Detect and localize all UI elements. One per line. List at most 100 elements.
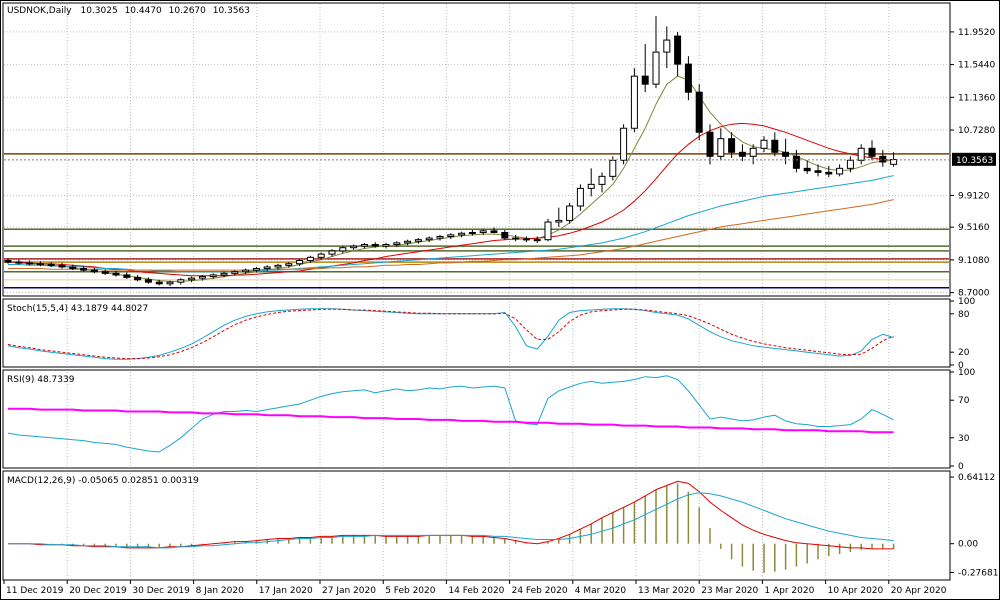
current-price-label: 10.3563 bbox=[956, 156, 993, 166]
candle-bullish bbox=[360, 243, 368, 247]
rsi-header: RSI(9) 48.7339 bbox=[7, 375, 75, 385]
candle-bearish bbox=[101, 271, 109, 274]
candle-bullish bbox=[285, 263, 293, 266]
candle-bearish bbox=[58, 264, 66, 268]
candle-bullish bbox=[317, 253, 325, 258]
candle-bearish bbox=[814, 170, 822, 173]
candle-bullish bbox=[306, 256, 314, 262]
rsi-axis-label: 100 bbox=[958, 368, 975, 378]
price-axis-label: 9.1080 bbox=[958, 256, 990, 266]
stochastic-axis-label: 100 bbox=[958, 297, 975, 307]
candle-bullish bbox=[609, 159, 617, 177]
candle-bullish bbox=[544, 221, 552, 241]
rsi-axis-label: 0 bbox=[958, 462, 964, 472]
candle-bearish bbox=[695, 91, 703, 133]
candle-bullish bbox=[209, 274, 217, 278]
candle-bullish bbox=[263, 266, 271, 270]
candle-bearish bbox=[371, 243, 379, 247]
candle-bearish bbox=[522, 238, 530, 241]
x-axis-date-label: 4 Mar 2020 bbox=[575, 586, 627, 596]
candle-bearish bbox=[825, 171, 833, 175]
candle-bearish bbox=[728, 138, 736, 153]
candle-bullish bbox=[382, 243, 390, 247]
candle-bearish bbox=[155, 281, 163, 285]
candle-bullish bbox=[846, 159, 854, 169]
candle-bearish bbox=[674, 35, 682, 65]
candle-bullish bbox=[479, 230, 487, 233]
candle-bullish bbox=[425, 237, 433, 241]
price-axis-label: 11.9520 bbox=[958, 28, 995, 38]
candle-bearish bbox=[134, 276, 142, 281]
candle-bearish bbox=[868, 147, 876, 157]
candle-bullish bbox=[663, 39, 671, 53]
candle-bearish bbox=[879, 155, 887, 163]
candle-bullish bbox=[447, 234, 455, 237]
candle-bullish bbox=[198, 276, 206, 279]
candle-bearish bbox=[803, 167, 811, 172]
x-axis-date-label: 24 Feb 2020 bbox=[512, 586, 568, 596]
candle-bearish bbox=[771, 139, 779, 153]
x-axis-date-label: 8 Jan 2020 bbox=[196, 586, 244, 596]
price-axis-label: 11.5440 bbox=[958, 61, 995, 71]
price-axis-label: 10.7280 bbox=[958, 126, 995, 136]
candle-bearish bbox=[512, 237, 520, 240]
rsi-axis-label: 30 bbox=[958, 434, 970, 444]
price-header: USDNOK,Daily 10.3025 10.4470 10.2670 10.… bbox=[7, 6, 250, 16]
x-axis-date-label: 11 Dec 2019 bbox=[6, 586, 64, 596]
x-axis-date-label: 23 Mar 2020 bbox=[701, 586, 758, 596]
candle-bullish bbox=[231, 271, 239, 274]
x-axis-date-label: 30 Dec 2019 bbox=[132, 586, 190, 596]
candle-bearish bbox=[4, 260, 12, 263]
candle-bullish bbox=[630, 75, 638, 129]
candle-bearish bbox=[90, 269, 98, 273]
candle-bullish bbox=[296, 260, 304, 265]
candle-bullish bbox=[404, 240, 412, 244]
x-axis-date-label: 17 Jan 2020 bbox=[259, 586, 313, 596]
candle-bearish bbox=[69, 266, 77, 270]
candle-bullish bbox=[598, 175, 606, 185]
candle-bullish bbox=[328, 250, 336, 255]
candle-bullish bbox=[587, 183, 595, 189]
candle-bullish bbox=[576, 187, 584, 207]
candle-bearish bbox=[738, 151, 746, 157]
candle-bullish bbox=[242, 269, 250, 273]
rsi-axis-label: 70 bbox=[958, 396, 970, 406]
candle-bullish bbox=[436, 235, 444, 239]
x-axis-date-label: 10 Apr 2020 bbox=[828, 586, 884, 596]
candle-bearish bbox=[641, 75, 649, 85]
price-axis-label: 9.5160 bbox=[958, 223, 990, 233]
candle-bearish bbox=[782, 151, 790, 157]
candle-bullish bbox=[468, 231, 476, 234]
candle-bullish bbox=[393, 242, 401, 245]
open-value: 10.3025 bbox=[80, 6, 117, 16]
candle-bearish bbox=[144, 279, 152, 283]
candle-bearish bbox=[112, 272, 120, 276]
x-axis-date-label: 14 Feb 2020 bbox=[448, 586, 504, 596]
candle-bullish bbox=[339, 247, 347, 252]
candle-bullish bbox=[414, 239, 422, 242]
candle-bullish bbox=[620, 127, 628, 161]
candle-bullish bbox=[836, 167, 844, 175]
candle-bullish bbox=[166, 281, 174, 285]
candle-bullish bbox=[533, 239, 541, 242]
candle-bullish bbox=[458, 232, 466, 236]
x-axis-date-label: 1 Apr 2020 bbox=[764, 586, 814, 596]
x-axis-date-label: 27 Jan 2020 bbox=[322, 586, 376, 596]
x-axis-date-label: 13 Mar 2020 bbox=[638, 586, 695, 596]
macd-axis-label: 0.00 bbox=[958, 540, 978, 550]
x-axis-date-label: 20 Dec 2019 bbox=[69, 586, 127, 596]
candle-bearish bbox=[47, 264, 55, 267]
stochastic-header: Stoch(15,5,4) 43.1879 44.8027 bbox=[7, 304, 148, 314]
candle-bearish bbox=[684, 63, 692, 93]
candle-bullish bbox=[760, 139, 768, 149]
price-axis-label: 11.1360 bbox=[958, 93, 995, 103]
chart-frame bbox=[0, 0, 1000, 600]
candle-bearish bbox=[15, 261, 23, 264]
candle-bullish bbox=[252, 268, 260, 271]
symbol-label: USDNOK,Daily bbox=[7, 6, 72, 16]
candle-bearish bbox=[80, 268, 88, 271]
candle-bearish bbox=[36, 263, 44, 266]
candle-bearish bbox=[26, 262, 34, 265]
candle-bullish bbox=[220, 272, 228, 276]
candle-bullish bbox=[566, 205, 574, 221]
